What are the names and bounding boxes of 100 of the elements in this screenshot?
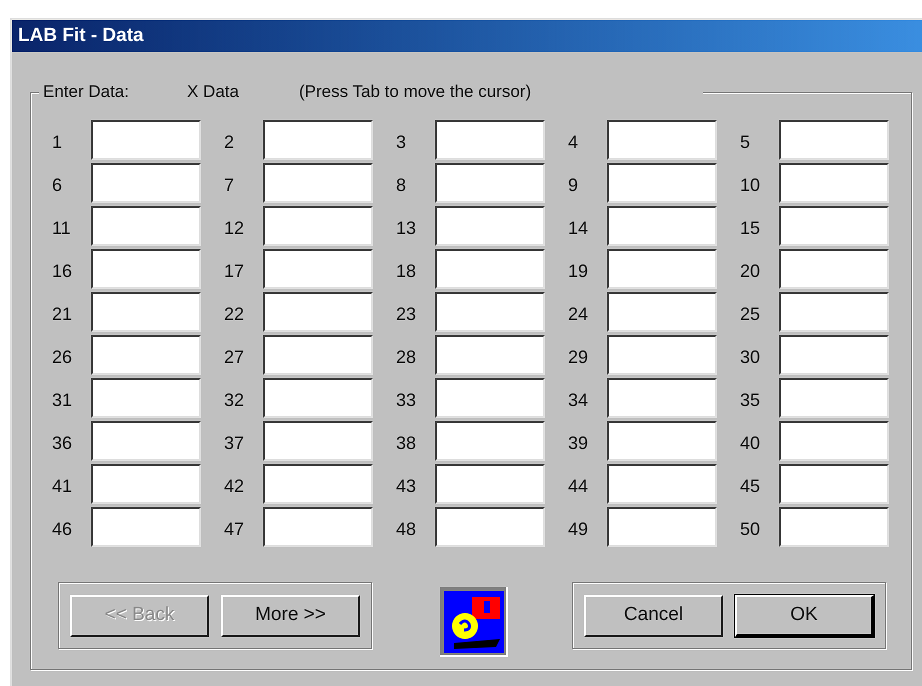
- row-number: 16: [52, 260, 74, 282]
- row-number: 30: [740, 346, 762, 368]
- input-field[interactable]: [607, 335, 717, 375]
- row-number: 43: [396, 474, 418, 498]
- row-number: 4: [568, 130, 580, 154]
- input-field[interactable]: [779, 249, 889, 289]
- input-field[interactable]: [607, 507, 717, 547]
- input-field[interactable]: [607, 249, 717, 289]
- row-number: 28: [396, 346, 418, 368]
- input-field[interactable]: [263, 507, 373, 547]
- row-number: 46: [52, 518, 74, 540]
- row-number: 31: [52, 388, 74, 412]
- row-number: 36: [52, 432, 74, 454]
- input-field[interactable]: [607, 421, 717, 461]
- data-kind-label: X Data: [187, 81, 240, 103]
- row-number: 45: [740, 474, 762, 498]
- row-number: 18: [396, 260, 418, 282]
- input-field[interactable]: [435, 464, 545, 504]
- row-number: 2: [224, 130, 236, 154]
- window-title: LAB Fit - Data: [18, 24, 144, 48]
- row-number: 29: [568, 346, 590, 368]
- input-field[interactable]: [435, 292, 545, 332]
- input-field[interactable]: [607, 120, 717, 160]
- row-number: 39: [568, 432, 590, 454]
- row-number: 5: [740, 130, 752, 154]
- input-field[interactable]: [779, 378, 889, 418]
- input-field[interactable]: [779, 120, 889, 160]
- row-number: 1: [52, 130, 64, 154]
- row-number: 14: [568, 216, 590, 240]
- input-field[interactable]: [607, 378, 717, 418]
- input-field[interactable]: [91, 335, 201, 375]
- input-field[interactable]: [435, 421, 545, 461]
- row-number: 22: [224, 302, 246, 326]
- input-field[interactable]: [779, 292, 889, 332]
- input-field[interactable]: [91, 292, 201, 332]
- input-field[interactable]: [91, 120, 201, 160]
- input-field[interactable]: [607, 206, 717, 246]
- input-field[interactable]: [263, 421, 373, 461]
- input-field[interactable]: [263, 292, 373, 332]
- row-number: 23: [396, 302, 418, 326]
- input-field[interactable]: [91, 421, 201, 461]
- input-field[interactable]: [263, 249, 373, 289]
- input-field[interactable]: [263, 464, 373, 504]
- input-field[interactable]: [435, 206, 545, 246]
- input-field[interactable]: [91, 378, 201, 418]
- input-field[interactable]: [607, 292, 717, 332]
- input-field[interactable]: [779, 335, 889, 375]
- input-field[interactable]: [779, 507, 889, 547]
- row-number: 48: [396, 518, 418, 540]
- input-field[interactable]: [91, 163, 201, 203]
- row-number: 24: [568, 302, 590, 326]
- input-field[interactable]: [263, 335, 373, 375]
- input-field[interactable]: [91, 206, 201, 246]
- input-field[interactable]: [779, 421, 889, 461]
- row-number: 19: [568, 260, 590, 282]
- input-field[interactable]: [435, 120, 545, 160]
- dialog-button[interactable]: More >>: [221, 594, 360, 636]
- input-field[interactable]: [263, 163, 373, 203]
- row-number: 12: [224, 216, 246, 240]
- row-number: 17: [224, 260, 246, 282]
- dialog-button[interactable]: OK: [735, 594, 874, 636]
- dialog-button[interactable]: Cancel: [584, 594, 723, 636]
- app-logo-icon: [440, 587, 508, 657]
- input-field[interactable]: [779, 163, 889, 203]
- row-number: 42: [224, 474, 246, 498]
- input-field[interactable]: [607, 163, 717, 203]
- row-number: 13: [396, 216, 418, 240]
- input-field[interactable]: [263, 378, 373, 418]
- input-field[interactable]: [435, 378, 545, 418]
- input-field[interactable]: [779, 206, 889, 246]
- input-field[interactable]: [435, 249, 545, 289]
- hint-text: (Press Tab to move the cursor): [299, 81, 532, 103]
- row-number: 32: [224, 388, 246, 412]
- input-field[interactable]: [607, 464, 717, 504]
- input-field[interactable]: [435, 335, 545, 375]
- input-field[interactable]: [263, 120, 373, 160]
- row-number: 6: [52, 174, 64, 196]
- row-number: 27: [224, 346, 246, 368]
- row-number: 40: [740, 432, 762, 454]
- input-field[interactable]: [263, 206, 373, 246]
- input-field[interactable]: [435, 163, 545, 203]
- row-number: 25: [740, 302, 762, 326]
- row-number: 11: [52, 216, 72, 240]
- row-number: 34: [568, 388, 590, 412]
- row-number: 10: [740, 174, 762, 196]
- group-label: Enter Data:: [43, 81, 130, 103]
- row-number: 7: [224, 174, 236, 196]
- row-number: 49: [568, 518, 590, 540]
- row-number: 37: [224, 432, 246, 454]
- input-field[interactable]: [91, 249, 201, 289]
- row-number: 26: [52, 346, 74, 368]
- row-number: 50: [740, 518, 762, 540]
- input-field[interactable]: [779, 464, 889, 504]
- row-number: 21: [52, 302, 74, 326]
- row-number: 35: [740, 388, 762, 412]
- row-number: 8: [396, 174, 408, 196]
- input-field[interactable]: [91, 507, 201, 547]
- row-number: 15: [740, 216, 762, 240]
- input-field[interactable]: [91, 464, 201, 504]
- input-field[interactable]: [435, 507, 545, 547]
